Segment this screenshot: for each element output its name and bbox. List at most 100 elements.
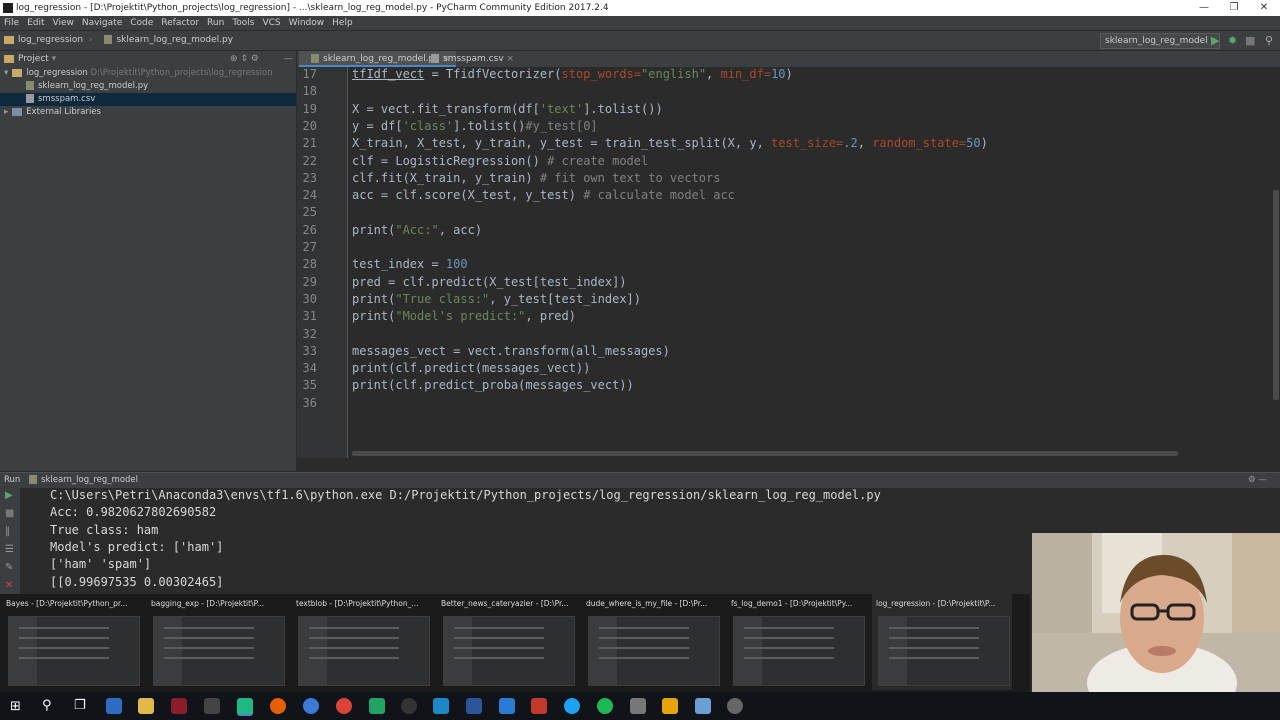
menu-file[interactable]: File bbox=[0, 16, 23, 30]
horizontal-scrollbar[interactable] bbox=[352, 451, 1178, 456]
window-preview[interactable]: Better_news_cateryazier - [D:\Pr... bbox=[437, 594, 577, 690]
acrobat-icon[interactable] bbox=[531, 698, 547, 714]
menu-window[interactable]: Window bbox=[285, 16, 329, 30]
menu-run[interactable]: Run bbox=[203, 16, 228, 30]
line-number: 19 bbox=[302, 101, 317, 116]
menu-view[interactable]: View bbox=[49, 16, 78, 30]
app-icon[interactable] bbox=[303, 698, 319, 714]
app-icon[interactable] bbox=[630, 698, 646, 714]
breadcrumb-project[interactable]: log_regression bbox=[18, 35, 83, 45]
code-editor[interactable]: tfIdf_vect = TfidfVectorizer(stop_words=… bbox=[348, 67, 1270, 458]
console-line: Acc: 0.9820627802690582 bbox=[50, 505, 217, 520]
search-icon[interactable]: ⚲ bbox=[42, 698, 52, 713]
console-line: C:\Users\Petri\Anaconda3\envs\tf1.6\pyth… bbox=[50, 488, 881, 502]
app-icon[interactable] bbox=[401, 698, 417, 714]
run-config-select[interactable]: sklearn_log_reg_model ▾ bbox=[1100, 33, 1221, 49]
python-file-icon bbox=[311, 54, 319, 63]
line-number: 27 bbox=[302, 240, 317, 254]
rerun-icon[interactable]: ▶ bbox=[5, 490, 13, 501]
pycharm-taskbar-icon[interactable] bbox=[237, 698, 253, 716]
line-number: 30 bbox=[302, 291, 317, 306]
code-line-29: pred = clf.predict(X_test[test_index]) bbox=[352, 274, 627, 289]
menu-help[interactable]: Help bbox=[328, 16, 357, 30]
run-panel-header: Run sklearn_log_reg_model ⚙ — bbox=[0, 472, 1280, 488]
tree-external-libraries[interactable]: ▸ External Libraries bbox=[0, 106, 296, 119]
app-icon[interactable] bbox=[204, 698, 220, 714]
pause-icon[interactable]: ‖ bbox=[5, 526, 10, 537]
window-preview[interactable]: textblob - [D:\Projektit\Python_... bbox=[292, 594, 432, 690]
menu-vcs[interactable]: VCS bbox=[258, 16, 284, 30]
console-line: ['ham' 'spam'] bbox=[50, 557, 152, 572]
menu-navigate[interactable]: Navigate bbox=[78, 16, 126, 30]
vscode-icon[interactable] bbox=[499, 698, 515, 714]
window-preview[interactable]: fs_log_demo1 - [D:\Projektit\Py... bbox=[727, 594, 867, 690]
search-icon[interactable]: ⚲ bbox=[1265, 31, 1273, 50]
app-icon[interactable] bbox=[466, 698, 482, 714]
line-number: 36 bbox=[302, 395, 317, 410]
app-icon[interactable] bbox=[662, 698, 678, 714]
code-line-22: clf = LogisticRegression() # create mode… bbox=[352, 153, 649, 168]
window-preview[interactable]: dude_where_is_my_file - [D:\Pr... bbox=[582, 594, 722, 690]
app-icon[interactable] bbox=[433, 698, 449, 714]
menu-refactor[interactable]: Refactor bbox=[157, 16, 203, 30]
library-icon bbox=[12, 107, 23, 116]
vertical-scrollbar[interactable] bbox=[1273, 190, 1279, 400]
menu-bar: File Edit View Navigate Code Refactor Run Tools… bbox=[0, 16, 1280, 30]
hide-icon[interactable]: — bbox=[284, 51, 293, 67]
code-line-20: y = df['class'].tolist()#y_test[0] bbox=[352, 118, 598, 133]
excel-icon[interactable] bbox=[369, 698, 385, 714]
app-icon[interactable] bbox=[564, 698, 580, 714]
csv-file-icon bbox=[431, 54, 439, 63]
minimize-button[interactable]: — bbox=[1188, 0, 1220, 16]
windows-start-icon[interactable]: ⊞ bbox=[10, 699, 21, 714]
code-line-34: print(clf.predict(messages_vect)) bbox=[352, 361, 591, 376]
line-number: 21 bbox=[302, 136, 317, 151]
run-icon[interactable]: ▶ bbox=[1211, 31, 1219, 50]
line-number: 29 bbox=[302, 274, 317, 289]
window-preview[interactable]: bagging_exp - [D:\Projektit\P... bbox=[147, 594, 287, 690]
menu-code[interactable]: Code bbox=[126, 16, 157, 30]
line-number-gutter: 17 18 19 20 21 22 23 24 25 26 27 28 29 3… bbox=[297, 67, 348, 458]
settings-icon[interactable] bbox=[727, 698, 743, 714]
spotify-icon[interactable] bbox=[597, 698, 613, 714]
code-line-17: tfIdf_vect = TfidfVectorizer(stop_words=… bbox=[352, 67, 793, 81]
code-line-31: print("Model's predict:", pred) bbox=[352, 309, 576, 324]
tree-file-csv[interactable]: smsspam.csv bbox=[0, 93, 296, 106]
task-view-icon[interactable]: ❐ bbox=[74, 698, 86, 713]
python-file-icon bbox=[26, 81, 34, 90]
breadcrumb-file[interactable]: sklearn_log_reg_model.py bbox=[116, 35, 233, 45]
tree-file-py[interactable]: sklearn_log_reg_model.py bbox=[0, 80, 296, 93]
app-icon[interactable] bbox=[171, 698, 187, 714]
maximize-button[interactable]: ❐ bbox=[1218, 0, 1250, 16]
store-icon[interactable] bbox=[106, 698, 122, 714]
project-tree: ▾ log_regression D:\Projektit\Python_proj… bbox=[0, 67, 296, 471]
tab-smsspam[interactable]: smsspam.csv × bbox=[419, 51, 520, 67]
chrome-icon[interactable] bbox=[336, 698, 352, 714]
code-line-33: messages_vect = vect.transform(all_messa… bbox=[352, 343, 670, 358]
stop-icon[interactable]: ■ bbox=[1245, 31, 1255, 50]
debug-icon[interactable]: ✹ bbox=[1228, 31, 1237, 50]
file-explorer-icon[interactable] bbox=[138, 698, 154, 714]
firefox-icon[interactable] bbox=[270, 698, 286, 714]
pin-icon[interactable]: ☰ bbox=[5, 544, 14, 555]
run-config-tab[interactable]: sklearn_log_reg_model bbox=[41, 475, 138, 485]
editor-tabs: sklearn_log_reg_model.py × smsspam.csv × bbox=[297, 51, 1280, 67]
window-preview-active[interactable]: log_regression - [D:\Projektit\P... bbox=[872, 594, 1012, 690]
settings-icon[interactable]: ⚙ — bbox=[1248, 473, 1267, 488]
stop-icon[interactable]: ■ bbox=[5, 508, 14, 519]
run-toolbar: ▶ ■ ‖ ☰ ✎ ✕ bbox=[0, 488, 20, 594]
project-panel-title[interactable]: Project bbox=[18, 54, 49, 64]
menu-edit[interactable]: Edit bbox=[23, 16, 48, 30]
close-icon[interactable]: ✕ bbox=[5, 580, 13, 591]
console-line: [[0.99697535 0.00302465] bbox=[50, 574, 224, 589]
line-number: 32 bbox=[302, 326, 317, 341]
tree-root[interactable]: ▾ log_regression D:\Projektit\Python_proj… bbox=[0, 67, 296, 80]
close-button[interactable]: ✕ bbox=[1248, 0, 1280, 16]
line-number: 23 bbox=[302, 170, 317, 185]
gear-icon[interactable]: ⊕ ⇕ ⚙ bbox=[230, 51, 259, 67]
python-file-icon bbox=[104, 35, 113, 44]
app-icon[interactable] bbox=[695, 698, 711, 714]
window-preview[interactable]: Bayes - [D:\Projektit\Python_pr... bbox=[2, 594, 142, 690]
print-icon[interactable]: ✎ bbox=[5, 562, 13, 573]
menu-tools[interactable]: Tools bbox=[228, 16, 258, 30]
